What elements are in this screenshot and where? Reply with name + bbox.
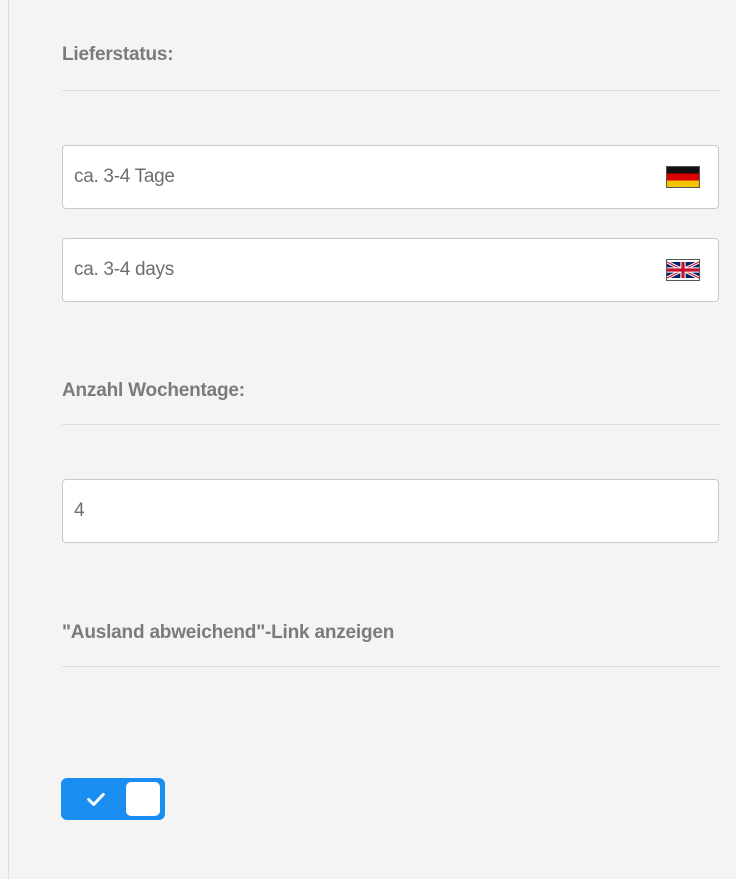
settings-panel — [8, 0, 736, 879]
lieferstatus-de-input[interactable]: ca. 3-4 Tage — [62, 145, 719, 209]
lieferstatus-heading: Lieferstatus: — [62, 44, 174, 65]
wochentage-heading: Anzahl Wochentage: — [62, 380, 245, 401]
ausland-heading: "Ausland abweichend"-Link anzeigen — [62, 622, 395, 643]
checkmark-icon — [87, 792, 105, 806]
toggle-knob — [126, 782, 160, 816]
wochentage-value: 4 — [74, 500, 85, 521]
divider — [62, 90, 720, 91]
divider — [62, 424, 720, 425]
divider — [62, 666, 720, 667]
germany-flag-icon — [666, 166, 700, 188]
wochentage-input[interactable]: 4 — [62, 479, 719, 543]
lieferstatus-en-value: ca. 3-4 days — [74, 259, 174, 280]
lieferstatus-en-input[interactable]: ca. 3-4 days — [62, 238, 719, 302]
uk-flag-icon — [666, 259, 700, 281]
lieferstatus-de-value: ca. 3-4 Tage — [74, 166, 175, 187]
ausland-link-toggle[interactable] — [61, 778, 165, 820]
